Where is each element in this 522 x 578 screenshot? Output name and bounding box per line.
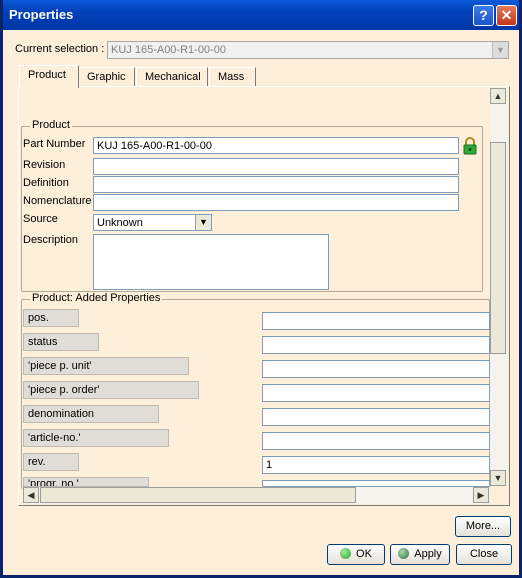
scroll-up-icon[interactable]: ▲ [490, 88, 506, 104]
ok-button[interactable]: OK [327, 544, 385, 565]
lock-icon[interactable] [463, 137, 477, 155]
source-combo[interactable]: Unknown ▼ [93, 214, 212, 231]
prop-label: 'progr. no.' [23, 477, 149, 487]
revision-field[interactable] [93, 158, 459, 175]
description-label: Description [23, 234, 79, 246]
horizontal-scrollbar[interactable]: ◀ ▶ [23, 487, 490, 504]
current-selection-value: KUJ 165-A00-R1-00-00 [111, 44, 226, 56]
prop-value-field[interactable] [262, 408, 490, 426]
source-label: Source [23, 213, 58, 225]
part-number-field[interactable]: KUJ 165-A00-R1-00-00 [93, 137, 459, 154]
apply-label: Apply [414, 548, 442, 560]
apply-button[interactable]: Apply [390, 544, 450, 565]
revision-label: Revision [23, 159, 66, 171]
part-number-label: Part Number [23, 138, 86, 150]
prop-value-field[interactable] [262, 312, 490, 330]
scroll-down-icon[interactable]: ▼ [490, 470, 506, 486]
current-selection-label: Current selection : [15, 43, 105, 55]
prop-value-field[interactable] [262, 336, 490, 354]
added-properties-title: Product: Added Properties [30, 292, 163, 304]
vertical-scrollbar[interactable]: ▲ ▼ [490, 88, 507, 486]
prop-label: 'piece p. order' [23, 381, 199, 399]
nomenclature-label: Nomenclature [23, 195, 92, 207]
prop-label: 'article-no.' [23, 429, 169, 447]
prop-value-field[interactable] [262, 432, 490, 450]
tab-product[interactable]: Product [19, 65, 79, 88]
prop-value-field[interactable] [262, 360, 490, 378]
vertical-scroll-thumb[interactable] [490, 142, 506, 354]
more-button[interactable]: More... [455, 516, 511, 537]
scroll-right-icon[interactable]: ▶ [473, 487, 489, 503]
prop-label: 'piece p. unit' [23, 357, 189, 375]
prop-label: pos. [23, 309, 79, 327]
close-button[interactable]: Close [456, 544, 512, 565]
chevron-down-icon: ▼ [492, 42, 508, 58]
tab-mechanical[interactable]: Mechanical [136, 67, 208, 87]
chevron-down-icon[interactable]: ▼ [195, 215, 211, 230]
definition-label: Definition [23, 177, 69, 189]
prop-value-field[interactable] [262, 384, 490, 402]
properties-dialog: Properties ? ✕ Current selection : KUJ 1… [0, 0, 522, 578]
prop-label: status [23, 333, 99, 351]
window-title: Properties [9, 7, 74, 22]
source-value: Unknown [97, 217, 143, 229]
prop-label: rev. [23, 453, 79, 471]
definition-field[interactable] [93, 176, 459, 193]
current-selection-combo: KUJ 165-A00-R1-00-00 ▼ [107, 41, 509, 59]
ok-label: OK [356, 548, 372, 560]
apply-icon [398, 548, 410, 559]
nomenclature-field[interactable] [93, 194, 459, 211]
tab-mass[interactable]: Mass [209, 67, 256, 87]
horizontal-scroll-thumb[interactable] [40, 487, 356, 503]
description-textarea[interactable] [93, 234, 329, 290]
prop-value-field[interactable] [262, 480, 490, 487]
prop-value-field[interactable]: 1 [262, 456, 490, 474]
product-group-title: Product [30, 119, 72, 131]
help-button[interactable]: ? [473, 5, 494, 26]
tab-graphic[interactable]: Graphic [78, 67, 135, 87]
scroll-left-icon[interactable]: ◀ [23, 487, 39, 503]
prop-label: denomination [23, 405, 159, 423]
title-bar[interactable]: Properties ? ✕ [3, 0, 519, 30]
close-window-button[interactable]: ✕ [496, 5, 517, 26]
ok-icon [340, 548, 352, 559]
